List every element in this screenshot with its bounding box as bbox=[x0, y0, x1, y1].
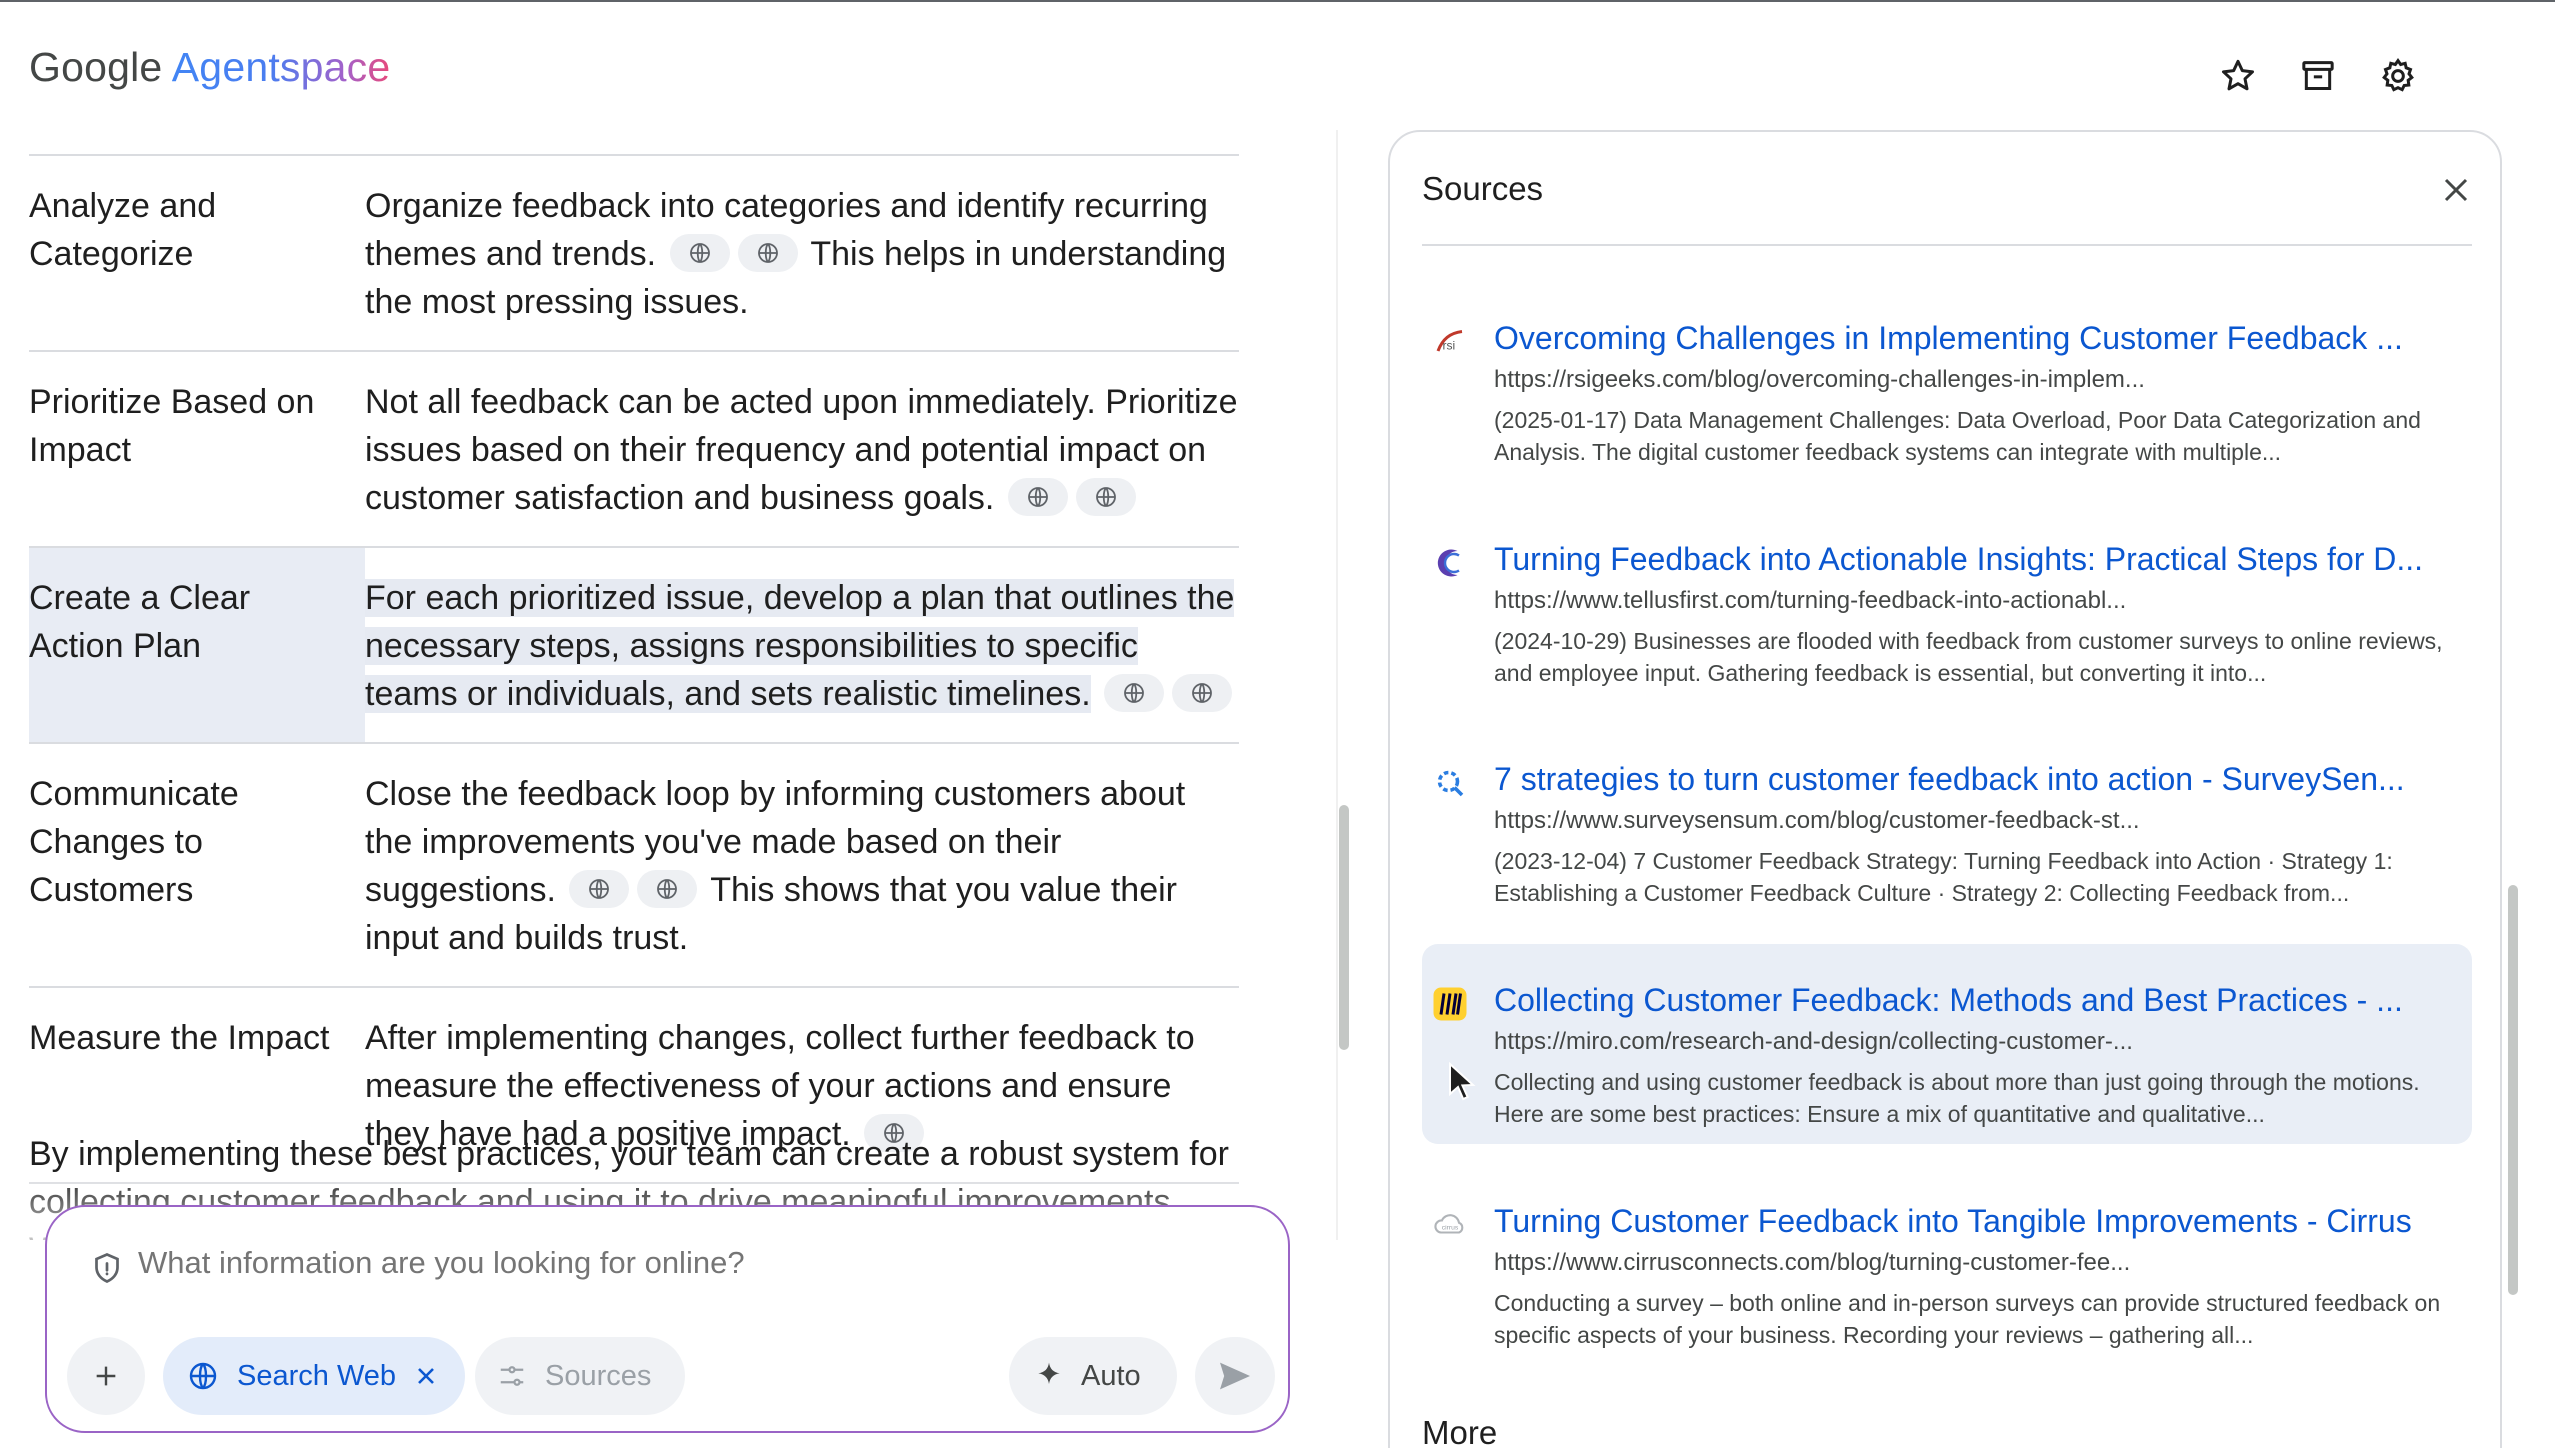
globe-icon bbox=[1190, 681, 1214, 705]
search-input[interactable] bbox=[138, 1245, 1188, 1281]
source-title-link[interactable]: Collecting Customer Feedback: Methods an… bbox=[1494, 980, 2472, 1020]
table-row: Create a Clear Action Plan For each prior… bbox=[29, 546, 1239, 743]
citation-chip[interactable] bbox=[1172, 674, 1233, 713]
app-header: Google Agentspace bbox=[0, 2, 2555, 130]
sources-chip[interactable]: Sources bbox=[475, 1337, 685, 1415]
source-url: https://www.surveysensum.com/blog/custom… bbox=[1494, 807, 2140, 835]
globe-icon bbox=[1094, 485, 1118, 509]
surveysensum-icon bbox=[1432, 765, 1468, 801]
step-name: Prioritize Based on Impact bbox=[29, 350, 365, 547]
step-detail: Not all feedback can be acted upon immed… bbox=[365, 350, 1239, 547]
sources-panel: Sources rsi Overcoming Challenges in Impl… bbox=[1388, 130, 2502, 1448]
shield-icon bbox=[95, 1253, 119, 1283]
sources-panel-title: Sources bbox=[1422, 170, 1544, 207]
source-snippet: (2023-12-04) 7 Customer Feedback Strateg… bbox=[1494, 848, 2393, 907]
sparkle-icon bbox=[1038, 1362, 1060, 1384]
source-snippet: Collecting and using customer feedback i… bbox=[1494, 1069, 2420, 1127]
globe-icon bbox=[189, 1362, 217, 1390]
best-practices-table: Analyze and Categorize Organize feedback … bbox=[29, 154, 1239, 1184]
miro-icon bbox=[1432, 986, 1468, 1022]
chat-response: Analyze and Categorize Organize feedback … bbox=[0, 130, 1290, 1240]
tune-icon bbox=[500, 1366, 524, 1386]
step-name: Create a Clear Action Plan bbox=[29, 546, 365, 743]
source-item[interactable]: Collecting Customer Feedback: Methods an… bbox=[1422, 944, 2472, 1144]
model-selector[interactable]: Auto bbox=[1009, 1337, 1177, 1415]
globe-icon bbox=[688, 241, 712, 265]
source-item[interactable]: Turning Feedback into Actionable Insight… bbox=[1422, 503, 2472, 703]
source-url: https://www.cirrusconnects.com/blog/turn… bbox=[1494, 1248, 2131, 1276]
citation-chip[interactable] bbox=[1075, 478, 1136, 517]
source-item[interactable]: cirrus Turning Customer Feedback into Tan… bbox=[1422, 1165, 2472, 1365]
plus-icon bbox=[96, 1366, 116, 1386]
globe-icon bbox=[1026, 485, 1050, 509]
mouse-cursor-icon bbox=[1449, 1062, 1476, 1101]
gear-icon[interactable] bbox=[2376, 54, 2420, 98]
source-snippet: Conducting a survey – both online and in… bbox=[1494, 1289, 2441, 1348]
clipped-previous-row bbox=[29, 130, 1239, 136]
source-title-link[interactable]: Turning Feedback into Actionable Insight… bbox=[1494, 539, 2472, 579]
more-label: More bbox=[1422, 1414, 1498, 1448]
source-title-link[interactable]: Overcoming Challenges in Implementing Cu… bbox=[1494, 318, 2472, 358]
sources-label: Sources bbox=[545, 1359, 652, 1392]
cirrus-icon: cirrus bbox=[1432, 1207, 1468, 1243]
send-icon bbox=[1220, 1362, 1250, 1390]
source-title-link[interactable]: 7 strategies to turn customer feedback i… bbox=[1494, 759, 2472, 799]
star-icon[interactable] bbox=[2216, 54, 2260, 98]
tellus-icon bbox=[1432, 545, 1468, 581]
source-snippet: (2025-01-17) Data Management Challenges:… bbox=[1494, 407, 2421, 465]
globe-icon bbox=[756, 241, 780, 265]
step-name: Analyze and Categorize bbox=[29, 154, 365, 351]
sources-scrollbar-thumb[interactable] bbox=[2508, 885, 2518, 1295]
archive-icon[interactable] bbox=[2296, 54, 2340, 98]
add-button[interactable] bbox=[67, 1337, 145, 1415]
auto-label: Auto bbox=[1081, 1359, 1141, 1392]
main-scrollbar-thumb[interactable] bbox=[1339, 805, 1349, 1050]
globe-icon bbox=[587, 877, 611, 901]
panel-divider bbox=[1422, 244, 2472, 246]
logo-brand: Google bbox=[29, 44, 163, 90]
source-url: https://rsigeeks.com/blog/overcoming-cha… bbox=[1494, 366, 2145, 393]
citation-chip[interactable] bbox=[637, 870, 698, 909]
source-url: https://miro.com/research-and-design/col… bbox=[1494, 1028, 2133, 1055]
search-web-label: Search Web bbox=[237, 1359, 397, 1392]
close-icon[interactable] bbox=[2436, 170, 2476, 210]
rsi-icon: rsi bbox=[1432, 324, 1468, 360]
table-row: Communicate Changes to Customers Close th… bbox=[29, 742, 1239, 987]
step-name: Communicate Changes to Customers bbox=[29, 742, 365, 987]
svg-text:rsi: rsi bbox=[1443, 339, 1456, 353]
source-url: https://www.tellusfirst.com/turning-feed… bbox=[1494, 586, 2127, 614]
citation-chip[interactable] bbox=[737, 234, 798, 273]
remove-chip-icon[interactable] bbox=[412, 1362, 440, 1390]
logo-product: Agentspace bbox=[171, 44, 391, 90]
send-button[interactable] bbox=[1195, 1337, 1275, 1415]
main-scroll-track[interactable] bbox=[1308, 130, 1338, 1240]
table-row: Prioritize Based on Impact Not all feedba… bbox=[29, 350, 1239, 547]
source-snippet: (2024-10-29) Businesses are flooded with… bbox=[1494, 627, 2443, 686]
search-web-chip[interactable]: Search Web bbox=[163, 1337, 465, 1415]
source-title-link[interactable]: Turning Customer Feedback into Tangible … bbox=[1494, 1201, 2472, 1241]
source-item[interactable]: rsi Overcoming Challenges in Implementing… bbox=[1422, 282, 2472, 482]
step-detail: Close the feedback loop by informing cus… bbox=[365, 742, 1239, 987]
citation-chip[interactable] bbox=[1007, 478, 1068, 517]
globe-icon bbox=[655, 877, 679, 901]
citation-chip[interactable] bbox=[1104, 674, 1165, 713]
step-detail: For each prioritized issue, develop a pl… bbox=[365, 546, 1239, 743]
citation-chip[interactable] bbox=[669, 234, 730, 273]
svg-text:cirrus: cirrus bbox=[1442, 1224, 1459, 1231]
composer: Search Web Sources Auto bbox=[45, 1205, 1290, 1433]
citation-chip[interactable] bbox=[569, 870, 630, 909]
source-item[interactable]: 7 strategies to turn customer feedback i… bbox=[1422, 723, 2472, 923]
agentspace-logo[interactable]: Google Agentspace bbox=[29, 44, 390, 91]
table-row: Analyze and Categorize Organize feedback … bbox=[29, 154, 1239, 351]
globe-icon bbox=[1122, 681, 1146, 705]
step-detail: Organize feedback into categories and id… bbox=[365, 154, 1239, 351]
